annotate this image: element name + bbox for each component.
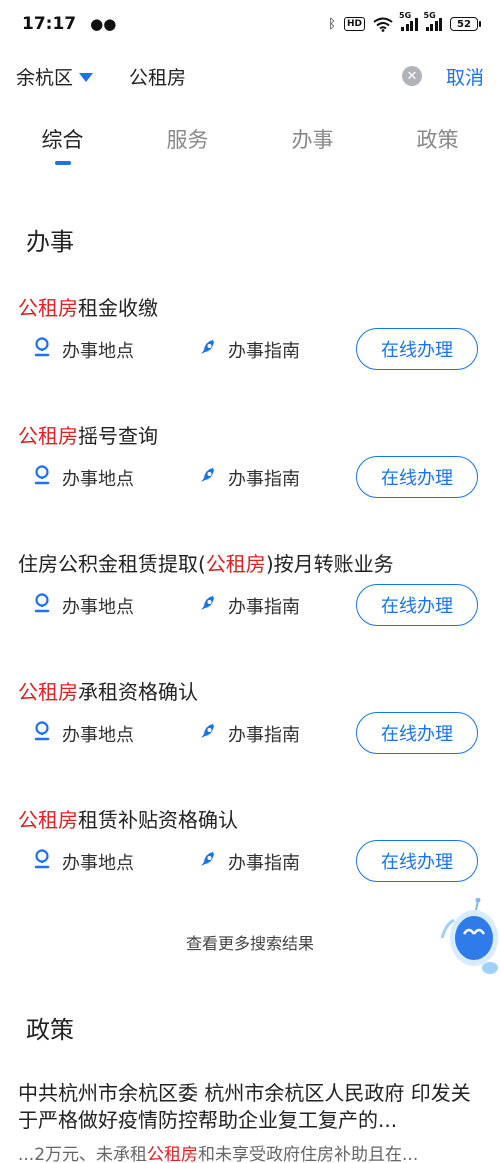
tab-overview[interactable]: 综合 — [0, 118, 125, 170]
affair-title[interactable]: 公租房租赁补贴资格确认 — [18, 804, 238, 833]
status-time: 17:17 — [22, 14, 77, 34]
bluetooth-icon: ᛒ — [328, 16, 336, 32]
district-selector[interactable]: 余杭区 — [16, 63, 94, 90]
location-link[interactable]: 办事地点 — [32, 464, 134, 491]
tab-policy[interactable]: 政策 — [375, 118, 500, 170]
search-input[interactable]: 公租房 — [129, 63, 402, 90]
wechat-icon: ●● — [90, 15, 117, 33]
location-pin-icon — [32, 592, 52, 619]
online-handle-button[interactable]: 在线办理 — [356, 328, 478, 370]
more-results-link[interactable]: 查看更多搜索结果 — [0, 930, 500, 954]
guide-link[interactable]: 办事指南 — [198, 848, 300, 875]
guide-link[interactable]: 办事指南 — [198, 336, 300, 363]
guide-link[interactable]: 办事指南 — [198, 592, 300, 619]
guide-link[interactable]: 办事指南 — [198, 464, 300, 491]
location-link[interactable]: 办事地点 — [32, 336, 134, 363]
compass-icon — [198, 336, 218, 363]
location-pin-icon — [32, 464, 52, 491]
location-label: 办事地点 — [62, 340, 134, 362]
policy-section-title: 政策 — [26, 1016, 74, 1044]
affair-title[interactable]: 公租房租金收缴 — [18, 292, 158, 321]
affair-title[interactable]: 公租房摇号查询 — [18, 420, 158, 449]
online-handle-button[interactable]: 在线办理 — [356, 712, 478, 754]
location-link[interactable]: 办事地点 — [32, 720, 134, 747]
compass-icon — [198, 464, 218, 491]
district-label: 余杭区 — [16, 66, 74, 89]
tab-affairs[interactable]: 办事 — [250, 118, 375, 170]
affair-actions: 办事地点 办事指南 在线办理 — [0, 840, 500, 882]
status-bar: 17:17 ●● ᛒ HD 5G 5G 52 — [0, 0, 500, 48]
hd-badge: HD — [343, 17, 365, 31]
affair-title[interactable]: 住房公积金租赁提取(公租房)按月转账业务 — [18, 548, 394, 577]
affair-actions: 办事地点 办事指南 在线办理 — [0, 328, 500, 370]
guide-label: 办事指南 — [228, 468, 300, 490]
location-link[interactable]: 办事地点 — [32, 592, 134, 619]
affair-actions: 办事地点 办事指南 在线办理 — [0, 456, 500, 498]
guide-label: 办事指南 — [228, 852, 300, 874]
guide-label: 办事指南 — [228, 596, 300, 618]
guide-label: 办事指南 — [228, 724, 300, 746]
wifi-icon — [373, 17, 393, 32]
policy-snippet: ...2万元、未承租公租房和未享受政府住房补助且在... — [18, 1145, 419, 1163]
compass-icon — [198, 592, 218, 619]
search-bar: 余杭区 公租房 ✕ 取消 — [0, 52, 500, 100]
affair-actions: 办事地点 办事指南 在线办理 — [0, 584, 500, 626]
location-label: 办事地点 — [62, 468, 134, 490]
tab-services[interactable]: 服务 — [125, 118, 250, 170]
location-pin-icon — [32, 848, 52, 875]
cancel-button[interactable]: 取消 — [446, 63, 484, 90]
guide-label: 办事指南 — [228, 340, 300, 362]
location-label: 办事地点 — [62, 724, 134, 746]
compass-icon — [198, 720, 218, 747]
location-link[interactable]: 办事地点 — [32, 848, 134, 875]
location-label: 办事地点 — [62, 852, 134, 874]
affair-actions: 办事地点 办事指南 在线办理 — [0, 712, 500, 754]
online-handle-button[interactable]: 在线办理 — [356, 456, 478, 498]
affairs-section-title: 办事 — [26, 228, 74, 256]
clear-icon[interactable]: ✕ — [401, 66, 422, 86]
signal-icon-2: 5G — [424, 11, 442, 31]
battery-icon: 52 — [450, 17, 481, 31]
status-icons: ᛒ HD 5G 5G 52 — [328, 11, 481, 32]
caret-down-icon — [79, 72, 94, 82]
location-label: 办事地点 — [62, 596, 134, 618]
online-handle-button[interactable]: 在线办理 — [356, 584, 478, 626]
compass-icon — [198, 848, 218, 875]
signal-icon: 5G — [399, 11, 418, 31]
policy-title[interactable]: 中共杭州市余杭区委 杭州市余杭区人民政府 印发关于严格做好疫情防控帮助企业复工复… — [18, 1080, 488, 1134]
online-handle-button[interactable]: 在线办理 — [356, 840, 478, 882]
location-pin-icon — [32, 336, 52, 363]
affair-title[interactable]: 公租房承租资格确认 — [18, 676, 198, 705]
location-pin-icon — [32, 720, 52, 747]
guide-link[interactable]: 办事指南 — [198, 720, 300, 747]
tab-bar: 综合 服务 办事 政策 — [0, 118, 500, 170]
assistant-robot-icon[interactable] — [440, 898, 500, 978]
